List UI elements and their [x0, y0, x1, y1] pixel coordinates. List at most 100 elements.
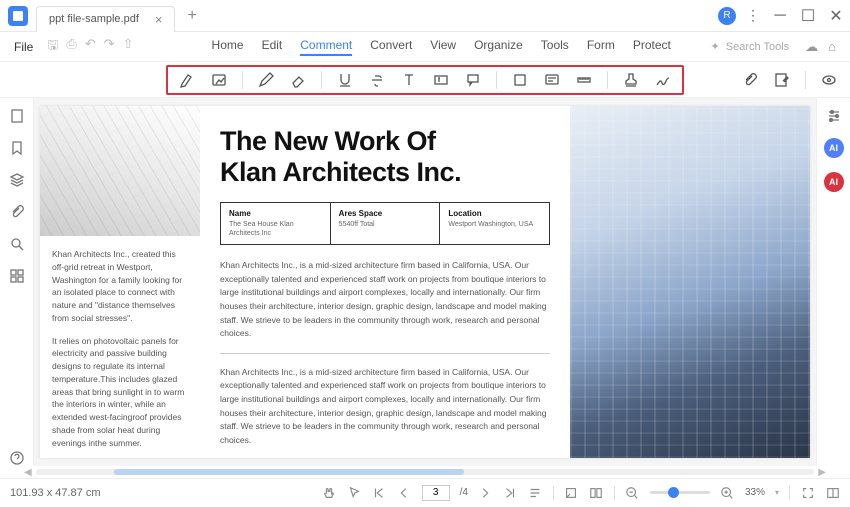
hand-tool-icon[interactable] — [322, 485, 337, 500]
callout-icon[interactable] — [464, 71, 482, 89]
redo-icon[interactable]: ↷ — [104, 36, 115, 58]
eraser-icon[interactable] — [289, 71, 307, 89]
underline-icon[interactable] — [336, 71, 354, 89]
read-mode-icon[interactable] — [825, 485, 840, 500]
save-icon[interactable]: 🖫 — [47, 36, 58, 58]
page: ⟳ Khan Architects Inc., created this off… — [40, 106, 810, 458]
right-sidebar: AI AI — [816, 98, 850, 466]
document-canvas[interactable]: ⟳ Khan Architects Inc., created this off… — [34, 98, 816, 466]
maximize-button[interactable]: ☐ — [794, 0, 822, 32]
next-page-icon[interactable] — [478, 485, 493, 500]
file-menu[interactable]: File — [8, 40, 39, 54]
search-panel-icon[interactable] — [9, 236, 25, 252]
print-icon[interactable]: ⎙ — [66, 36, 76, 58]
bookmarks-icon[interactable] — [9, 140, 25, 156]
reflow-icon[interactable] — [528, 485, 543, 500]
area-label: Ares Space — [339, 209, 432, 218]
area-highlight-icon[interactable] — [210, 71, 228, 89]
undo-icon[interactable]: ↶ — [85, 36, 96, 58]
kebab-menu-icon[interactable]: ⋮ — [746, 7, 760, 24]
text-icon[interactable] — [400, 71, 418, 89]
more-panel-icon[interactable] — [9, 268, 25, 284]
edit-comment-icon[interactable] — [773, 71, 791, 89]
tab-view[interactable]: View — [430, 38, 456, 56]
textbox-icon[interactable] — [432, 71, 450, 89]
close-tab-icon[interactable]: × — [155, 12, 163, 27]
scroll-thumb[interactable] — [114, 469, 464, 475]
cloud-icon[interactable]: ☁ — [805, 39, 818, 55]
large-building-image — [570, 106, 810, 458]
thumbnails-icon[interactable] — [9, 108, 25, 124]
tab-home[interactable]: Home — [212, 38, 244, 56]
zoom-value: 33% — [745, 487, 765, 498]
view-mode-icon[interactable] — [589, 485, 604, 500]
note-icon[interactable] — [543, 71, 561, 89]
side-paragraph-2: It relies on photovoltaic panels for ele… — [52, 335, 188, 450]
show-comments-icon[interactable] — [820, 71, 838, 89]
prev-page-icon[interactable] — [397, 485, 412, 500]
close-window-button[interactable]: ✕ — [822, 0, 850, 32]
name-value: The Sea House Klan Architects Inc — [229, 220, 322, 238]
ai-badge-blue[interactable]: AI — [824, 138, 844, 158]
scroll-left-icon[interactable]: ◀ — [20, 467, 36, 478]
document-tab[interactable]: ppt file-sample.pdf × — [36, 6, 175, 32]
tab-comment[interactable]: Comment — [300, 38, 352, 56]
ai-badge-red[interactable]: AI — [824, 172, 844, 192]
horizontal-scrollbar[interactable]: ◀ ▶ — [0, 466, 850, 478]
tab-convert[interactable]: Convert — [370, 38, 412, 56]
tab-edit[interactable]: Edit — [262, 38, 283, 56]
dimensions-readout: 101.93 x 47.87 cm — [10, 487, 101, 499]
zoom-out-icon[interactable] — [625, 485, 640, 500]
attachment-icon[interactable] — [741, 71, 759, 89]
shape-icon[interactable] — [511, 71, 529, 89]
body-paragraph-2: Khan Architects Inc., is a mid-sized arc… — [220, 366, 550, 448]
help-icon[interactable] — [9, 450, 25, 466]
fit-page-icon[interactable] — [564, 485, 579, 500]
last-page-icon[interactable] — [503, 485, 518, 500]
select-tool-icon[interactable] — [347, 485, 362, 500]
measure-icon[interactable] — [575, 71, 593, 89]
add-tab-button[interactable]: + — [187, 7, 196, 25]
share-icon[interactable]: ⇧ — [123, 36, 134, 58]
tab-tools[interactable]: Tools — [541, 38, 569, 56]
minimize-button[interactable]: ─ — [766, 0, 794, 32]
divider — [220, 353, 550, 354]
side-paragraph-1: Khan Architects Inc., created this off-g… — [52, 248, 188, 325]
settings-sliders-icon[interactable] — [826, 108, 842, 124]
zoom-knob[interactable] — [668, 487, 679, 498]
tab-form[interactable]: Form — [587, 38, 615, 56]
scroll-right-icon[interactable]: ▶ — [814, 467, 830, 478]
tab-title: ppt file-sample.pdf — [49, 13, 139, 25]
layers-icon[interactable] — [9, 172, 25, 188]
user-avatar[interactable]: R — [718, 7, 736, 25]
search-tools[interactable]: ✦ Search Tools — [711, 40, 790, 53]
tab-organize[interactable]: Organize — [474, 38, 523, 56]
info-table: Name The Sea House Klan Architects Inc A… — [220, 202, 550, 245]
small-building-image — [40, 106, 200, 236]
tab-protect[interactable]: Protect — [633, 38, 671, 56]
zoom-in-icon[interactable] — [720, 485, 735, 500]
pencil-icon[interactable] — [257, 71, 275, 89]
comment-toolbar — [166, 65, 684, 95]
signature-icon[interactable] — [654, 71, 672, 89]
menu-tabs: Home Edit Comment Convert View Organize … — [212, 38, 671, 56]
highlight-icon[interactable] — [178, 71, 196, 89]
location-label: Location — [448, 209, 541, 218]
location-value: Westport Washington, USA — [448, 220, 541, 229]
page-number-input[interactable] — [422, 485, 450, 501]
name-label: Name — [229, 209, 322, 218]
stamp-icon[interactable] — [622, 71, 640, 89]
first-page-icon[interactable] — [372, 485, 387, 500]
page-total: /4 — [460, 487, 468, 498]
headline: The New Work Of Klan Architects Inc. — [220, 126, 550, 188]
fullscreen-icon[interactable] — [800, 485, 815, 500]
left-sidebar — [0, 98, 34, 466]
strikethrough-icon[interactable] — [368, 71, 386, 89]
area-value: 5540ff Total — [339, 220, 432, 229]
app-icon — [8, 6, 28, 26]
home-icon[interactable]: ⌂ — [828, 39, 836, 55]
zoom-slider[interactable] — [650, 491, 710, 494]
attachments-panel-icon[interactable] — [9, 204, 25, 220]
search-placeholder: Search Tools — [726, 41, 789, 53]
sparkle-icon: ✦ — [711, 40, 720, 53]
